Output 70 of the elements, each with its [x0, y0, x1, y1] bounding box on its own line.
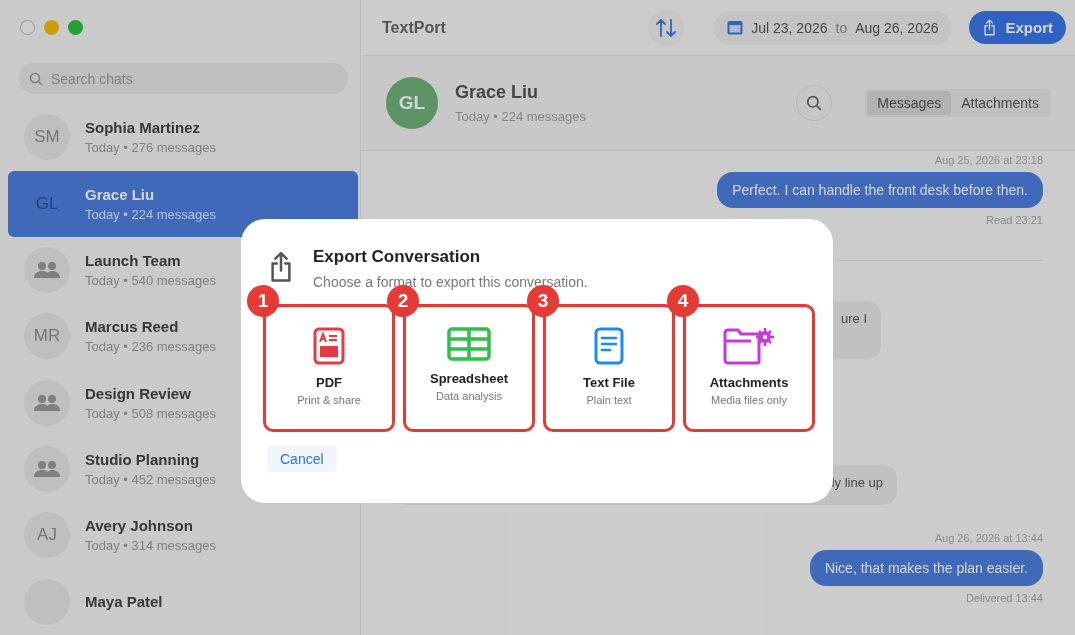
close-button[interactable] — [20, 20, 35, 35]
avatar: AJ — [24, 512, 70, 559]
chat-list-item[interactable]: GL Grace Liu Today • 224 messages — [8, 170, 358, 237]
avatar: SM — [24, 114, 70, 161]
chat-name: Avery Johnson — [85, 517, 194, 535]
view-tab[interactable]: Attachments — [951, 91, 1049, 115]
search-button[interactable] — [796, 85, 833, 121]
view-tab[interactable]: Messages — [867, 91, 952, 115]
chat-meta: Today • 508 messages — [85, 405, 216, 421]
folder-gear-icon — [723, 327, 775, 365]
chat-name: Maya Patel — [85, 593, 163, 611]
chat-name: Launch Team — [85, 252, 182, 270]
message-status: Delivered 13:44 — [965, 592, 1043, 604]
format-subtitle: Plain text — [586, 394, 632, 406]
app-title: TextPort — [382, 18, 447, 37]
message-timestamp: Aug 25, 2026 at 23:18 — [934, 154, 1043, 166]
date-separator: to — [835, 19, 848, 36]
chat-list-item[interactable]: Maya Patel — [8, 568, 358, 635]
message-text: ure I — [841, 311, 867, 326]
message-text: ly line up — [831, 475, 883, 490]
people-icon — [33, 261, 61, 280]
format-subtitle: Data analysis — [435, 390, 502, 402]
chat-meta: Today • 276 messages — [85, 140, 216, 156]
start-date: Jul 23, 2026 — [751, 19, 828, 36]
export-button[interactable]: Export — [969, 11, 1066, 44]
end-date: Aug 26, 2026 — [855, 19, 939, 36]
search-field[interactable]: Search chats — [19, 63, 348, 95]
document-image-icon — [313, 327, 345, 365]
people-icon — [33, 460, 61, 479]
date-range-picker[interactable]: Jul 23, 2026 to Aug 26, 2026 — [714, 10, 952, 45]
minimize-button[interactable] — [44, 20, 59, 35]
chat-meta: Today • 540 messages — [85, 273, 216, 289]
chat-name: Studio Planning — [85, 451, 201, 469]
search-icon — [29, 72, 43, 87]
share-icon — [982, 18, 998, 37]
number-marker: 4 — [667, 285, 699, 317]
chat-name: Marcus Reed — [85, 318, 180, 336]
format-subtitle: Media files only — [711, 394, 787, 406]
table-icon — [447, 327, 491, 361]
contact-avatar: GL — [386, 77, 438, 129]
chat-name: Design Review — [85, 384, 192, 402]
number-marker: 1 — [247, 285, 279, 317]
chat-name: Grace Liu — [85, 185, 156, 203]
format-title: Text File — [583, 375, 635, 390]
chat-list-item[interactable]: SM Sophia Martinez Today • 276 messages — [8, 104, 358, 171]
chat-meta: Today • 236 messages — [85, 339, 216, 355]
chat-meta: Today • 224 messages — [85, 206, 216, 222]
search-icon — [806, 95, 823, 111]
document-icon — [594, 327, 624, 365]
cancel-button[interactable]: Cancel — [267, 446, 337, 472]
contact-meta: Today • 224 messages — [455, 109, 587, 124]
format-title: PDF — [316, 375, 342, 390]
sent-message: Perfect. I can handle the front desk before then. — [717, 172, 1043, 208]
chat-meta: Today • 452 messages — [85, 472, 216, 488]
message-status: Read 23:21 — [986, 214, 1043, 226]
format-subtitle: Print & share — [297, 394, 361, 406]
chat-name: Sophia Martinez — [85, 119, 201, 137]
contact-name: Grace Liu — [455, 82, 540, 103]
people-icon — [33, 393, 61, 412]
avatar: MR — [24, 313, 70, 360]
format-title: Spreadsheet — [429, 371, 508, 386]
sort-arrows-icon — [655, 17, 678, 38]
sent-message: Nice, that makes the plan easier. — [809, 550, 1043, 586]
chat-meta: Today • 314 messages — [85, 538, 216, 554]
zoom-button[interactable] — [68, 20, 83, 35]
format-title: Attachments — [709, 375, 789, 390]
message-timestamp: Aug 26, 2026 at 13:44 — [934, 532, 1043, 544]
dialog-title: Export Conversation — [313, 247, 482, 267]
chat-list-item[interactable]: AJ Avery Johnson Today • 314 messages — [8, 502, 358, 569]
calendar-icon — [727, 20, 744, 35]
